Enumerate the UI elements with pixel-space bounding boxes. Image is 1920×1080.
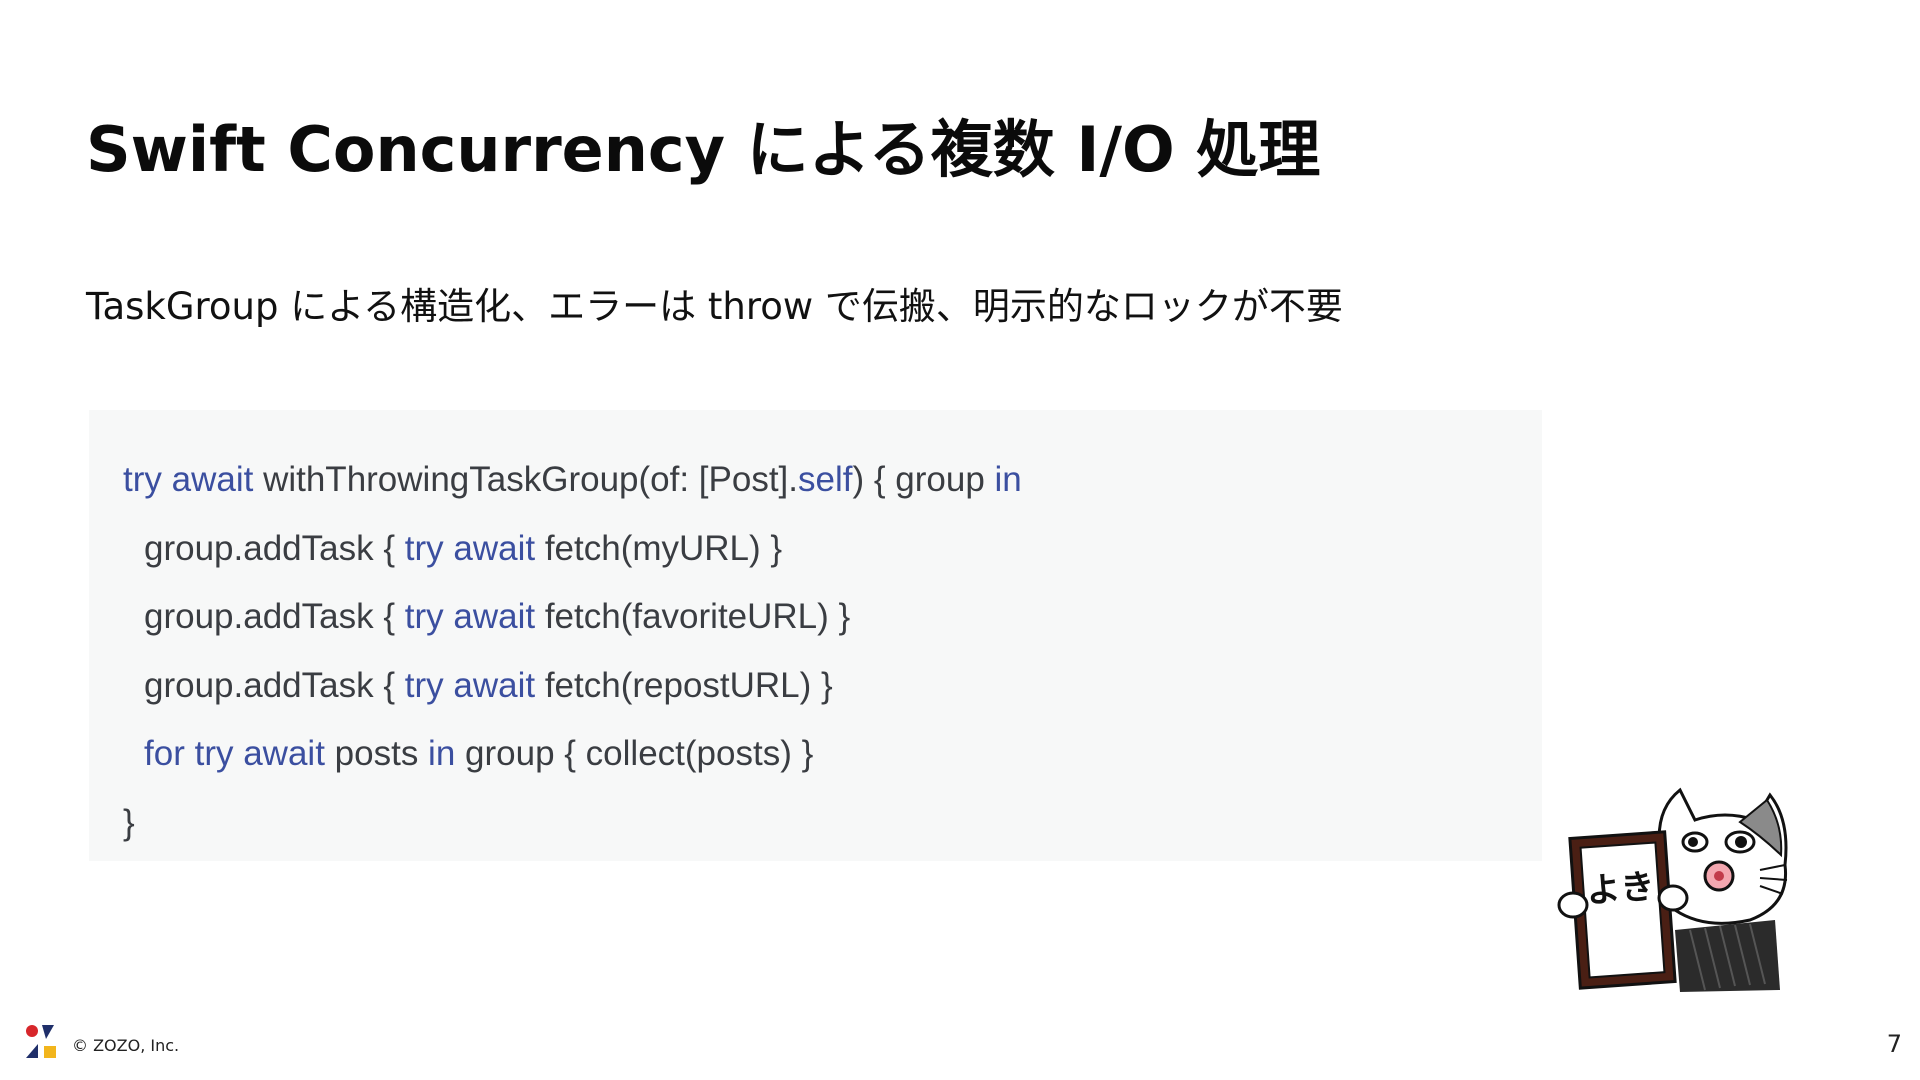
code-text: withThrowingTaskGroup(of: [Post]. <box>253 460 798 499</box>
code-text: group { collect(posts) } <box>455 734 814 773</box>
code-text: fetch(repostURL) } <box>535 665 833 705</box>
mascot-sign-text: よき <box>1585 867 1656 912</box>
code-keyword: await <box>171 460 254 499</box>
code-keyword: try <box>404 528 444 568</box>
code-text: fetch(favoriteURL) } <box>535 597 851 636</box>
code-text: posts <box>324 734 429 773</box>
slide-subtitle: TaskGroup による構造化、エラーは throw で伝搬、明示的なロックが… <box>86 285 1343 328</box>
code-block: try await withThrowingTaskGroup(of: [Pos… <box>89 410 1542 861</box>
code-keyword: in <box>428 734 456 773</box>
code-line: try await withThrowingTaskGroup(of: [Pos… <box>123 446 1542 515</box>
slide-title: Swift Concurrency による複数 I/O 処理 <box>86 113 1321 186</box>
code-keyword: await <box>453 528 536 568</box>
code-line: for try await posts in group { collect(p… <box>123 720 1542 789</box>
code-line: group.addTask { try await fetch(repostUR… <box>123 652 1542 721</box>
code-text: } <box>123 802 135 842</box>
zozo-logo-icon <box>26 1025 56 1058</box>
code-text: group.addTask { <box>144 597 405 636</box>
code-keyword: await <box>453 665 536 705</box>
code-line: group.addTask { try await fetch(myURL) } <box>123 515 1542 584</box>
page-number: 7 <box>1886 1030 1902 1058</box>
code-keyword: try <box>404 665 444 705</box>
code-line: } <box>123 789 1542 858</box>
code-text: group.addTask { <box>144 665 405 705</box>
code-keyword: self <box>798 460 853 499</box>
code-text: group.addTask { <box>144 528 405 568</box>
code-keyword: try <box>194 734 234 773</box>
code-line: group.addTask { try await fetch(favorite… <box>123 583 1542 652</box>
code-text: fetch(myURL) } <box>535 528 783 568</box>
code-keyword: try <box>123 460 162 499</box>
cat-mascot-holding-sign-icon: よき <box>1557 787 1788 992</box>
copyright-text: © ZOZO, Inc. <box>72 1036 180 1055</box>
code-keyword: await <box>243 734 325 773</box>
code-keyword: for <box>144 734 185 773</box>
code-text: ) { group <box>852 460 995 499</box>
code-keyword: in <box>994 460 1022 499</box>
code-keyword: await <box>453 597 536 636</box>
code-keyword: try <box>404 597 444 636</box>
